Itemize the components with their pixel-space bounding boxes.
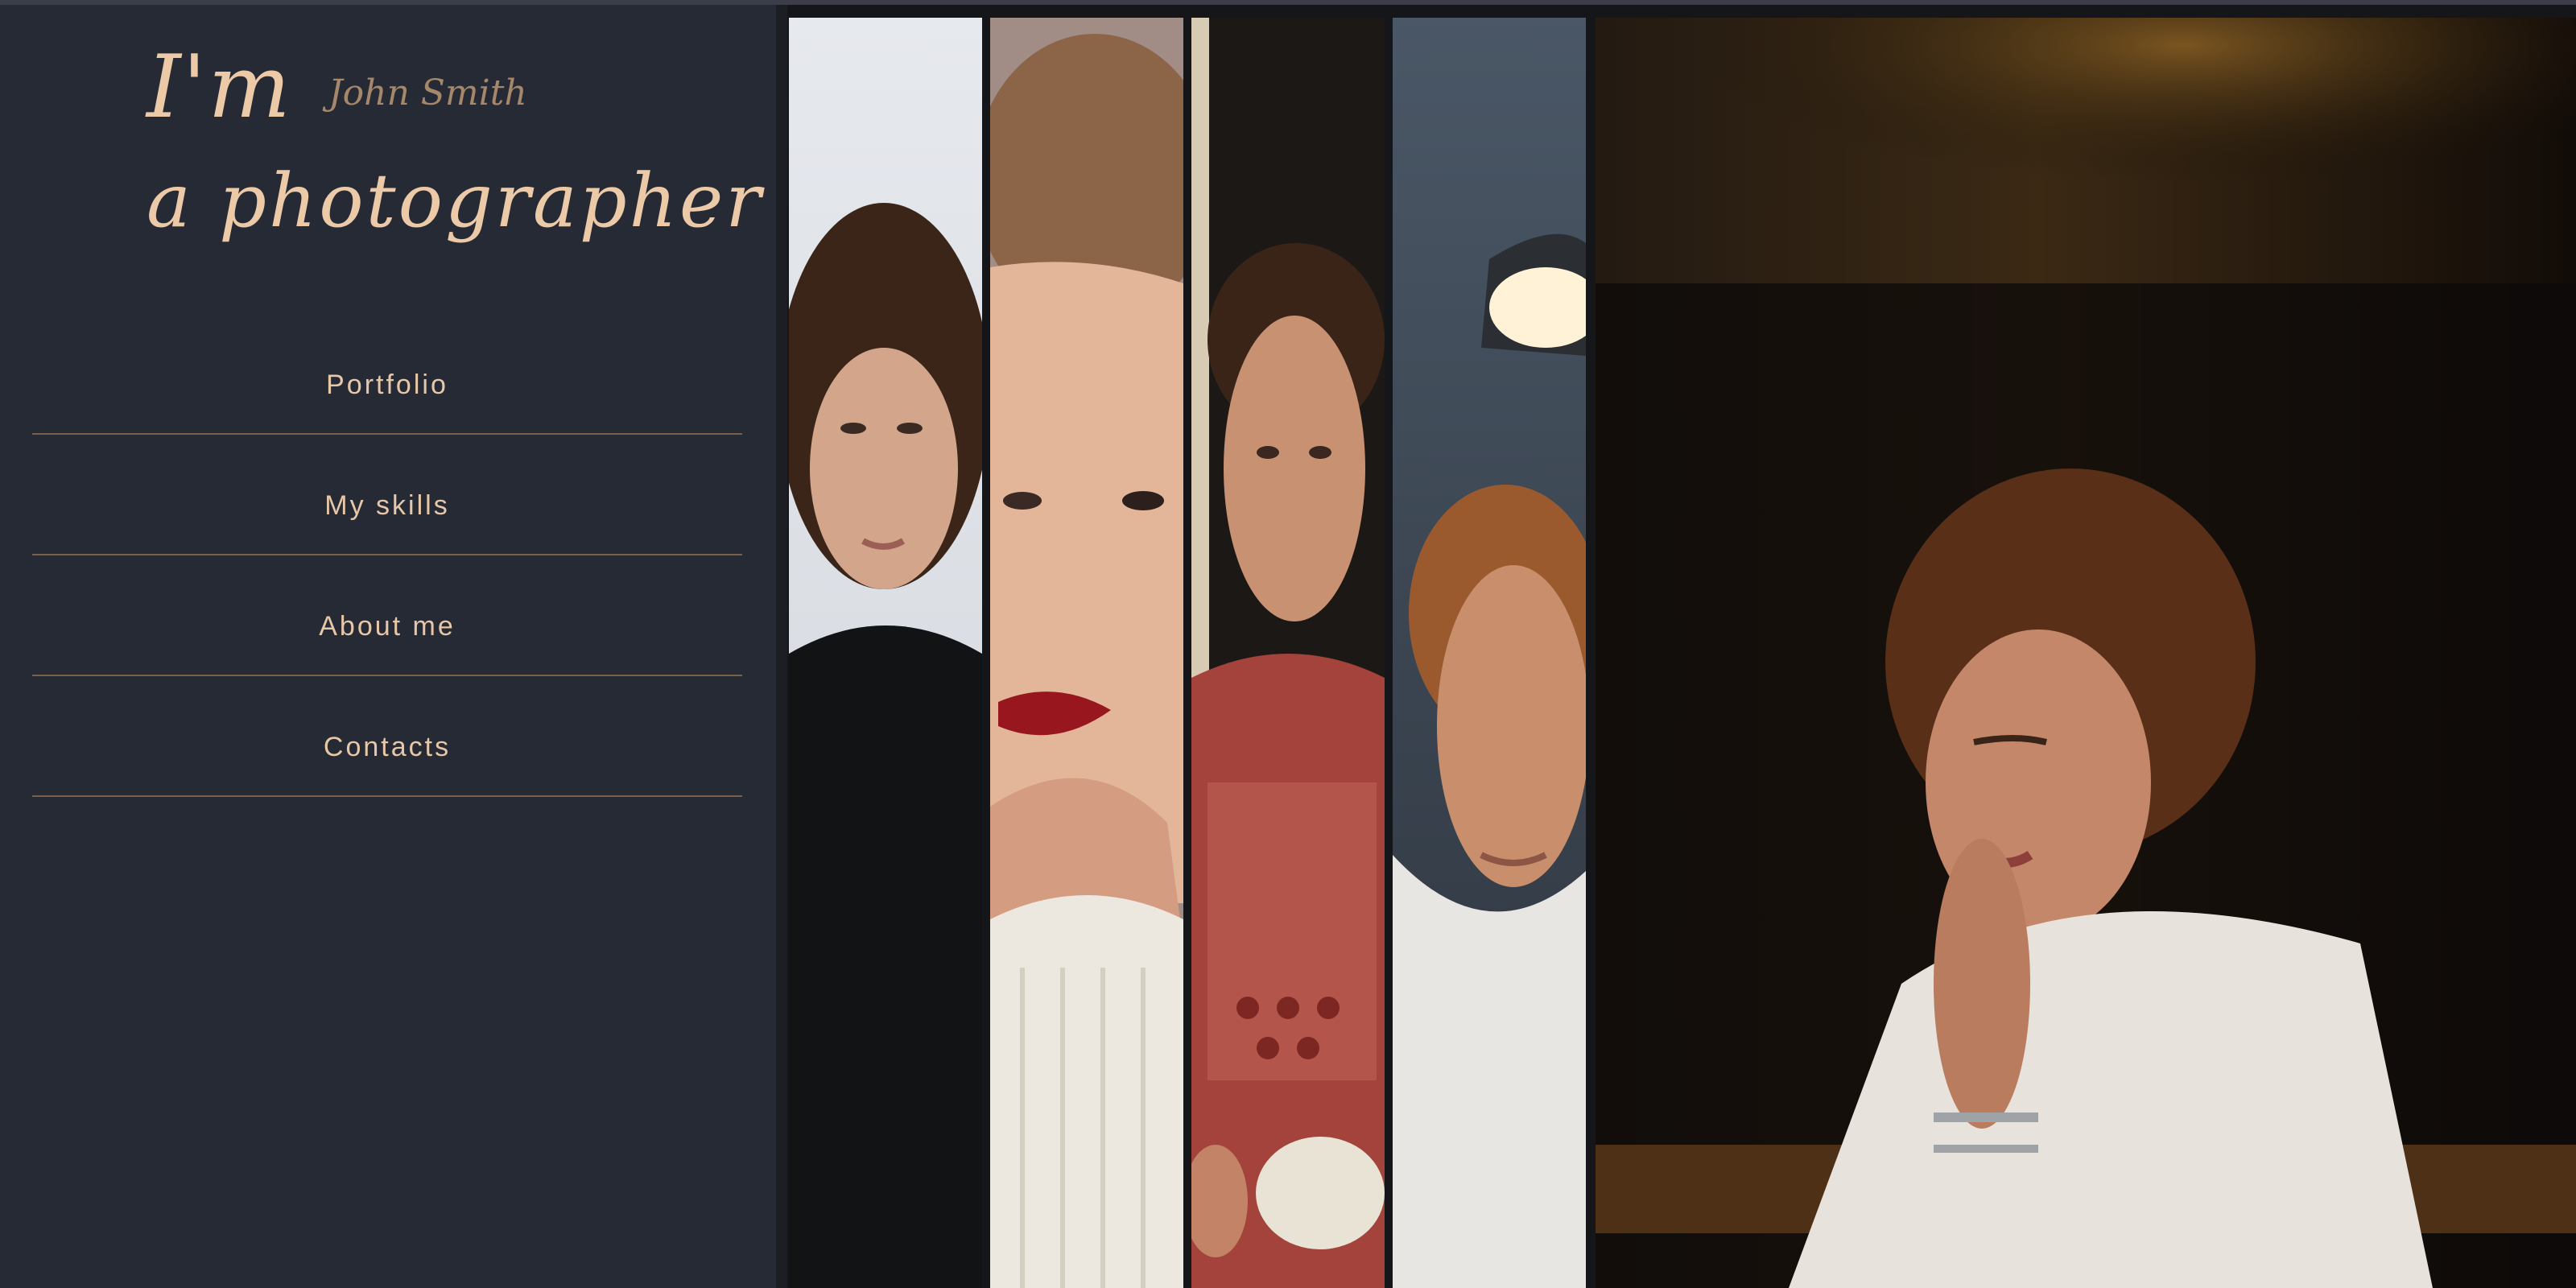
portrait-image — [789, 18, 982, 1288]
portrait-image — [1393, 18, 1586, 1288]
featured-portrait-image — [1596, 18, 2576, 1288]
logo-line-photographer: a photographer — [147, 158, 764, 244]
panel-divider — [776, 5, 787, 1288]
gallery-photo-featured-woman[interactable] — [1596, 18, 2576, 1288]
main-nav: Portfolio My skills About me Contacts — [32, 314, 742, 797]
nav-item-about-me[interactable]: About me — [32, 555, 742, 676]
nav-item-my-skills[interactable]: My skills — [32, 435, 742, 555]
portrait-image — [990, 18, 1183, 1288]
gallery-photo-man-red-shirt[interactable] — [1191, 18, 1385, 1288]
sidebar: I'm John Smith a photographer Portfolio … — [0, 5, 776, 1288]
logo-line-im: I'm — [147, 37, 292, 138]
portrait-image — [1191, 18, 1385, 1288]
nav-item-contacts[interactable]: Contacts — [32, 676, 742, 797]
nav-item-portfolio[interactable]: Portfolio — [32, 314, 742, 435]
photographer-name: John Smith — [328, 72, 527, 114]
gallery-photo-red-lips-woman[interactable] — [990, 18, 1183, 1288]
photo-gallery — [787, 5, 2576, 1288]
gallery-photo-curly-hair-woman[interactable] — [789, 18, 982, 1288]
site-logo[interactable]: I'm John Smith a photographer — [147, 29, 761, 270]
gallery-photo-ginger-man-lamp[interactable] — [1393, 18, 1586, 1288]
